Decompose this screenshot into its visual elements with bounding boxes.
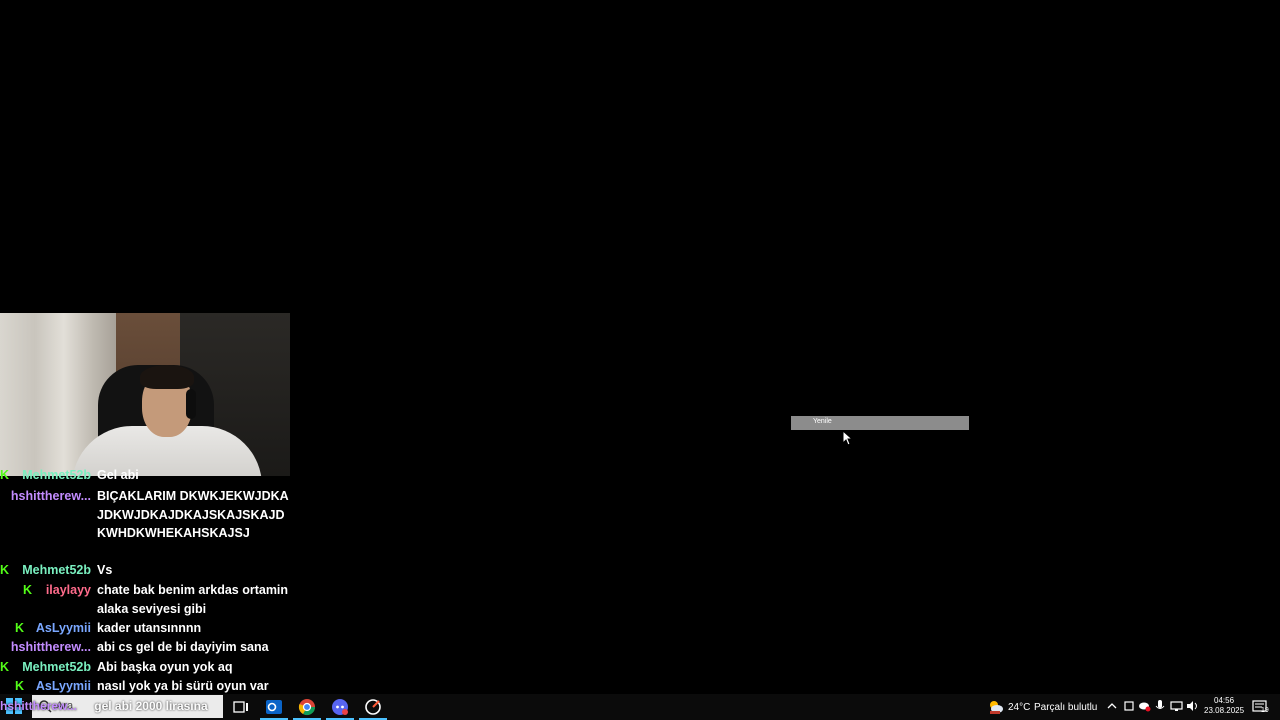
chrome-icon[interactable]: [297, 697, 317, 717]
chat-username: AsLyymii: [35, 679, 91, 693]
mouse-cursor-icon: [842, 430, 854, 446]
webcam-headset: [186, 389, 196, 419]
volume-icon[interactable]: [1186, 700, 1200, 712]
chat-username: AsLyymii: [35, 621, 91, 635]
clock-time: 04:56: [1214, 696, 1235, 705]
kick-badge-icon: K: [15, 679, 25, 693]
chat-username: Mehmet52b: [22, 660, 91, 674]
kick-badge-icon: K: [23, 583, 33, 597]
chat-text: kader utansınnnn: [97, 621, 202, 635]
microphone-icon[interactable]: [1155, 699, 1165, 713]
notification-count-badge: 19: [1261, 707, 1269, 714]
chat-username: hshittherew...: [0, 699, 77, 713]
chevron-up-icon[interactable]: [1106, 700, 1118, 712]
kick-badge-icon: K: [0, 660, 10, 674]
context-menu-item-refresh[interactable]: Yenile: [813, 418, 832, 425]
chat-text: BIÇAKLARIM DKWKJEKWJDKAJDKWJDKAJDKAJSKAJ…: [97, 489, 289, 540]
task-view-icon[interactable]: [231, 697, 251, 717]
chat-text: Abi başka oyun yok aq: [97, 660, 233, 674]
kick-badge-icon: K: [0, 468, 10, 482]
cloud-sync-icon[interactable]: [1138, 700, 1151, 712]
device-icon[interactable]: [1123, 700, 1135, 712]
chat-username: hshittherew...: [10, 640, 91, 654]
discord-icon[interactable]: [330, 697, 350, 717]
kick-badge-icon: K: [15, 621, 25, 635]
weather-cloud-icon[interactable]: [987, 698, 1005, 716]
network-icon[interactable]: [1170, 700, 1183, 712]
chat-username: hshittherew...: [10, 489, 91, 503]
weather-description[interactable]: Parçalı bulutlu: [1034, 702, 1097, 713]
chat-text: chate bak benim arkdas ortamin alaka sev…: [97, 583, 289, 616]
chat-text: Gel abi: [97, 468, 139, 482]
chat-text: Vs: [97, 563, 113, 577]
kick-badge-icon: K: [0, 563, 10, 577]
context-menu: Yenile: [791, 416, 969, 430]
chat-username: ilaylayy: [45, 583, 91, 597]
chat-text: abi cs gel de bi dayiyim sana: [97, 640, 269, 654]
stream-chat: K Mehmet52b Gel abi hshittherew... BIÇAK…: [0, 466, 290, 696]
weather-temperature[interactable]: 24°C: [1008, 702, 1030, 713]
taskbar-clock[interactable]: 04:56 23.08.2025: [1204, 696, 1244, 716]
chat-username: Mehmet52b: [22, 563, 91, 577]
taskbar: Ara hshittherew... gel abi 2000 lirasına…: [0, 694, 1280, 720]
webcam-feed: [0, 313, 290, 476]
chat-username: Mehmet52b: [22, 468, 91, 482]
clock-date: 23.08.2025: [1204, 706, 1245, 715]
webcam-person-hair: [140, 365, 194, 389]
outlook-icon[interactable]: [264, 697, 284, 717]
steelseries-icon[interactable]: [363, 697, 383, 717]
chat-text: nasıl yok ya bi sürü oyun var: [97, 679, 269, 693]
chat-text: gel abi 2000 lirasına: [94, 699, 208, 713]
chat-message-overlay: hshittherew... gel abi 2000 lirasına: [0, 699, 208, 713]
